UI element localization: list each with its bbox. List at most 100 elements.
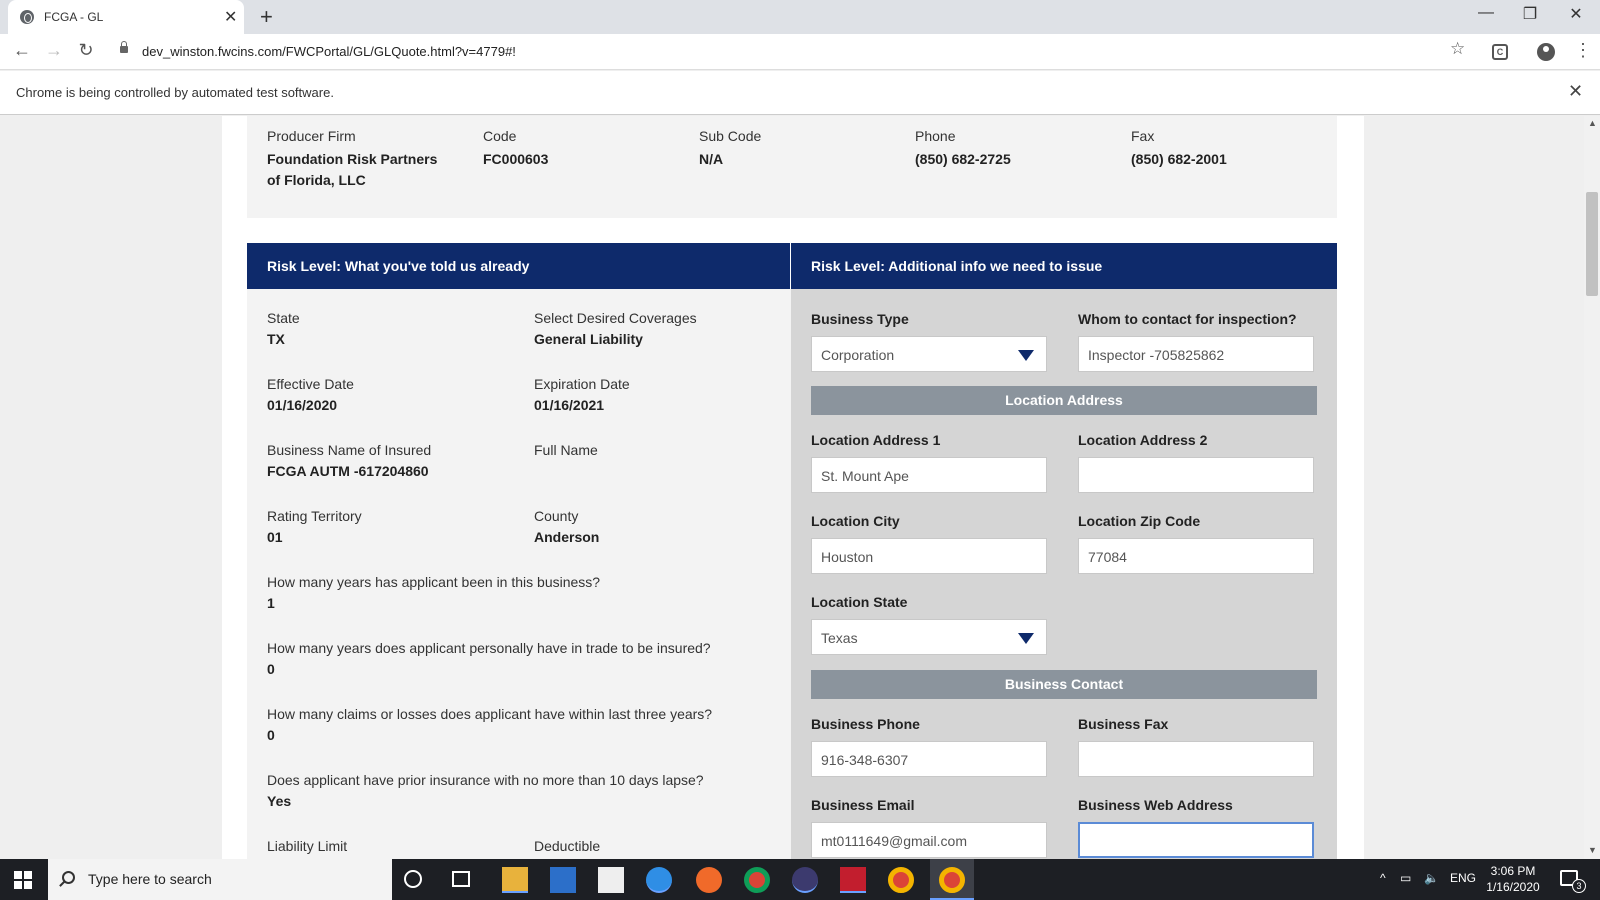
business-fax-input[interactable]	[1078, 741, 1314, 777]
page-scrollbar[interactable]: ▲ ▼	[1584, 116, 1600, 859]
county-value: Anderson	[534, 529, 600, 545]
reload-button[interactable]: ↻	[74, 40, 98, 61]
back-button[interactable]: ←	[10, 40, 34, 61]
file-explorer-icon[interactable]	[502, 867, 528, 893]
browser-menu-icon[interactable]: ⋮	[1574, 40, 1592, 61]
producer-subcode: Sub Code N/A	[699, 128, 899, 170]
business-phone-input[interactable]: 916-348-6307	[811, 741, 1047, 777]
taskbar-clock[interactable]: 3:06 PM 1/16/2020	[1478, 863, 1548, 895]
bookmark-star-icon[interactable]: ☆	[1450, 39, 1465, 59]
state-label: State	[267, 310, 300, 326]
risk-additional-panel: Risk Level: Additional info we need to i…	[791, 243, 1337, 859]
url-text[interactable]: dev_winston.fwcins.com/FWCPortal/GL/GLQu…	[142, 44, 516, 59]
business-email-input[interactable]: mt0111649@gmail.com	[811, 822, 1047, 858]
claims-question: How many claims or losses does applicant…	[267, 706, 713, 722]
minimize-button[interactable]: —	[1466, 4, 1506, 22]
county-field: County Anderson	[534, 508, 599, 545]
location-state-label: Location State	[811, 594, 908, 610]
effective-date-label: Effective Date	[267, 376, 354, 392]
coverages-value: General Liability	[534, 331, 643, 347]
inspection-contact-input[interactable]: Inspector -705825862	[1078, 336, 1314, 372]
browser-tab[interactable]: FCGA - GL ✕	[8, 0, 244, 34]
full-name-label: Full Name	[534, 442, 598, 458]
clock-time: 3:06 PM	[1490, 864, 1536, 878]
producer-phone: Phone (850) 682-2725	[915, 128, 1115, 170]
dropdown-arrow-icon	[1018, 350, 1034, 361]
business-phone-label: Business Phone	[811, 716, 920, 732]
chrome-active-window[interactable]	[930, 859, 974, 900]
producer-code-value: FC000603	[483, 151, 549, 167]
clock-date: 1/16/2020	[1486, 880, 1540, 894]
window-close-button[interactable]: ✕	[1556, 4, 1596, 24]
lock-icon	[120, 41, 128, 53]
state-value: TX	[267, 331, 285, 347]
address1-input[interactable]: St. Mount Ape	[811, 457, 1047, 493]
deductible-field: Deductible	[534, 838, 600, 859]
business-contact-section: Business Contact	[811, 670, 1317, 699]
scroll-down-arrow-icon[interactable]: ▼	[1588, 845, 1597, 855]
browser-toolbar: ← → ↻ dev_winston.fwcins.com/FWCPortal/G…	[0, 34, 1600, 70]
business-name-field: Business Name of Insured FCGA AUTM -6172…	[267, 442, 431, 479]
chrome-icon-2[interactable]	[888, 867, 914, 893]
infobar-close-icon[interactable]: ✕	[1568, 81, 1583, 102]
business-email-label: Business Email	[811, 797, 915, 813]
scroll-up-arrow-icon[interactable]: ▲	[1588, 118, 1597, 128]
close-tab-icon[interactable]: ✕	[224, 7, 237, 27]
task-view-icon[interactable]	[452, 871, 470, 887]
claims-answer: 0	[267, 727, 275, 743]
city-input[interactable]: Houston	[811, 538, 1047, 574]
quote-page: Producer Firm Foundation Risk Partners o…	[222, 116, 1364, 859]
scroll-thumb[interactable]	[1586, 192, 1598, 296]
years-business-answer: 1	[267, 595, 275, 611]
chrome-icon[interactable]	[744, 867, 770, 893]
profile-icon[interactable]	[1537, 43, 1555, 61]
producer-firm-label: Producer Firm	[267, 128, 356, 144]
mail-icon[interactable]	[598, 867, 624, 893]
location-state-select[interactable]: Texas	[811, 619, 1047, 655]
zip-input[interactable]: 77084	[1078, 538, 1314, 574]
network-icon[interactable]: ▭	[1400, 871, 1411, 885]
business-name-label: Business Name of Insured	[267, 442, 432, 458]
state-field: State TX	[267, 310, 300, 347]
business-fax-label: Business Fax	[1078, 716, 1169, 732]
business-web-input[interactable]	[1078, 822, 1314, 858]
search-icon	[62, 871, 75, 884]
years-trade-field: How many years does applicant personally…	[267, 640, 711, 677]
zip-label: Location Zip Code	[1078, 513, 1201, 529]
forward-button[interactable]: →	[42, 40, 66, 61]
expiration-date-label: Expiration Date	[534, 376, 630, 392]
extension-icon[interactable]: C	[1492, 44, 1508, 60]
business-type-select[interactable]: Corporation	[811, 336, 1047, 372]
language-indicator[interactable]: ENG	[1450, 871, 1476, 885]
restore-button[interactable]: ❐	[1510, 4, 1550, 24]
windows-start-icon[interactable]	[14, 871, 32, 889]
taskbar-search-placeholder: Type here to search	[88, 871, 212, 887]
full-name-field: Full Name	[534, 442, 598, 463]
risk-told-header: Risk Level: What you've told us already	[247, 243, 791, 289]
taskbar-search[interactable]: Type here to search	[48, 859, 392, 900]
microsoft-store-icon[interactable]	[550, 867, 576, 893]
effective-date-value: 01/16/2020	[267, 397, 338, 413]
tray-chevron-icon[interactable]: ^	[1380, 871, 1386, 885]
address2-input[interactable]	[1078, 457, 1314, 493]
claims-field: How many claims or losses does applicant…	[267, 706, 712, 743]
prior-insurance-question: Does applicant have prior insurance with…	[267, 772, 704, 788]
volume-icon[interactable]: 🔈	[1424, 871, 1439, 885]
producer-phone-value: (850) 682-2725	[915, 151, 1011, 167]
windows-taskbar: Type here to search ^ ▭ 🔈 ENG 3:06 PM 1/…	[0, 859, 1600, 900]
producer-firm: Producer Firm Foundation Risk Partners o…	[267, 128, 447, 191]
years-business-question: How many years has applicant been in thi…	[267, 574, 601, 590]
rating-territory-field: Rating Territory 01	[267, 508, 362, 545]
address-bar[interactable]: dev_winston.fwcins.com/FWCPortal/GL/GLQu…	[110, 38, 1510, 66]
city-label: Location City	[811, 513, 900, 529]
cortana-icon[interactable]	[404, 870, 422, 888]
jmeter-icon[interactable]	[840, 867, 866, 893]
eclipse-icon[interactable]	[792, 867, 818, 893]
prior-insurance-field: Does applicant have prior insurance with…	[267, 772, 704, 809]
postman-icon[interactable]	[696, 867, 722, 893]
inspection-contact-label: Whom to contact for inspection?	[1078, 311, 1297, 327]
risk-additional-header: Risk Level: Additional info we need to i…	[791, 243, 1337, 289]
new-tab-button[interactable]: +	[260, 4, 273, 30]
producer-subcode-label: Sub Code	[699, 128, 762, 144]
internet-explorer-icon[interactable]	[646, 867, 672, 893]
